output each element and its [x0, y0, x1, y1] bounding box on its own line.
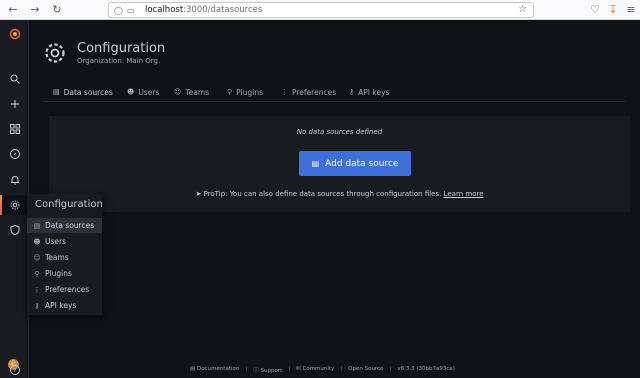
plus-icon[interactable] [0, 94, 29, 114]
page-header: Configuration Organization: Main Org. ▤ D… [29, 20, 640, 103]
search-icon[interactable] [0, 69, 29, 89]
dropdown-item-users[interactable]: ☻ Users [27, 234, 102, 249]
tab-label: Preferences [292, 87, 337, 97]
configuration-dropdown: Configuration ▤ Data sources ☻ Users ☺ Team… [27, 194, 103, 315]
url-host: localhost [145, 5, 184, 15]
key-icon: ⚷ [34, 301, 40, 310]
tab-plugins[interactable]: ⚲ Plugins [227, 83, 263, 101]
empty-list-cta: No data sources defined ▤ Add data sourc… [49, 116, 630, 212]
dropdown-item-label: Plugins [45, 269, 72, 278]
documentation-link[interactable]: ▤ Documentation [190, 366, 239, 374]
gear-icon [45, 43, 65, 63]
tab-label: Teams [185, 87, 210, 97]
tab-preferences[interactable]: ⋮ Preferences [281, 83, 336, 101]
open-source-link[interactable]: Open Source [348, 366, 383, 374]
bell-icon[interactable] [0, 170, 29, 190]
dropdown-item-label: Teams [45, 253, 69, 262]
page-content: No data sources defined ▤ Add data sourc… [29, 102, 640, 352]
back-icon[interactable]: ← [6, 3, 20, 17]
forward-icon[interactable]: → [28, 3, 42, 17]
plug-icon: ⚲ [34, 269, 40, 278]
tab-label: Users [138, 87, 160, 97]
tab-teams[interactable]: ☺ Teams [174, 83, 209, 101]
shield-icon[interactable]: ◯ [114, 4, 123, 17]
dropdown-item-plugins[interactable]: ⚲ Plugins [27, 266, 102, 281]
tab-label: Plugins [236, 87, 264, 97]
tab-data-sources[interactable]: ▤ Data sources [49, 83, 117, 103]
dropdown-item-teams[interactable]: ☺ Teams [27, 250, 102, 265]
community-label: Community [302, 366, 335, 372]
learn-more-link[interactable]: Learn more [444, 190, 484, 198]
footer: ▤ Documentation | ⓘ Support | ✉ Communit… [190, 366, 455, 374]
tab-label: API keys [358, 87, 390, 97]
bookmark-star-icon[interactable]: ☆ [518, 3, 527, 17]
page-title: Configuration [77, 41, 166, 56]
dropdown-title: Configuration [35, 199, 103, 210]
browser-toolbar: ← → ↻ ◯ ▭ localhost:3000/datasources ☆ ♡… [0, 0, 640, 20]
page-icon[interactable]: ▭ [127, 4, 135, 17]
page-subtitle: Organization: Main Org. [77, 57, 161, 65]
users-icon: ☺ [174, 88, 182, 96]
support-link[interactable]: ⓘ Support [253, 366, 282, 374]
grafana-logo-icon[interactable] [0, 24, 29, 44]
plug-icon: ⚲ [227, 88, 233, 96]
add-data-source-label: Add data source [325, 158, 399, 169]
dropdown-item-label: Users [45, 237, 67, 246]
dropdown-header[interactable]: Configuration [27, 194, 103, 216]
dropdown-item-label: Data sources [45, 221, 95, 230]
document-icon: ▤ [190, 366, 196, 372]
version-link[interactable]: v8.3.3 (30bb7a93ca) [397, 366, 455, 374]
database-icon: ▤ [53, 88, 60, 96]
question-icon: ⓘ [253, 368, 259, 374]
dropdown-item-label: API keys [45, 301, 77, 310]
reload-icon[interactable]: ↻ [50, 3, 64, 17]
url-path: :3000/datasources [183, 5, 263, 15]
tab-users[interactable]: ☻ Users [127, 83, 159, 101]
comment-icon: ✉ [296, 366, 301, 372]
user-icon: ☻ [127, 88, 135, 96]
active-indicator [0, 195, 2, 215]
sliders-icon: ⋮ [281, 88, 288, 96]
empty-message: No data sources defined [296, 128, 383, 136]
support-label: Support [260, 368, 283, 374]
help-icon[interactable]: ? [0, 360, 29, 378]
menu-icon[interactable]: ≡ [624, 3, 638, 17]
dropdown-item-label: Preferences [45, 285, 90, 294]
tab-api-keys[interactable]: ⚷ API keys [349, 83, 389, 101]
community-link[interactable]: ✉ Community [296, 366, 334, 374]
separator: | [389, 366, 392, 372]
protip-text: ProTip: You can also define data sources… [203, 190, 442, 198]
gear-icon[interactable] [0, 195, 29, 215]
tab-label: Data sources [63, 87, 113, 97]
separator: | [245, 366, 248, 372]
dropdown-item-api-keys[interactable]: ⚷ API keys [27, 298, 102, 313]
download-icon[interactable]: ↧ [606, 3, 620, 17]
separator: | [340, 366, 343, 372]
sliders-icon: ⋮ [33, 285, 41, 294]
side-menu: ? [0, 20, 29, 378]
svg-text:?: ? [13, 368, 16, 374]
shield-icon[interactable] [0, 220, 29, 240]
documentation-label: Documentation [196, 366, 240, 372]
database-icon: ▤ [311, 159, 320, 168]
add-data-source-button[interactable]: ▤ Add data source [299, 151, 411, 176]
rocket-icon: ➤ [195, 190, 202, 198]
address-bar[interactable]: ◯ ▭ localhost:3000/datasources ☆ [108, 2, 534, 18]
key-icon: ⚷ [349, 88, 355, 96]
user-icon: ☻ [33, 237, 41, 246]
users-icon: ☺ [33, 253, 41, 262]
dropdown-item-data-sources[interactable]: ▤ Data sources [27, 218, 102, 233]
database-icon: ▤ [33, 221, 41, 230]
pocket-icon[interactable]: ♡ [588, 3, 602, 17]
url-text[interactable]: localhost:3000/datasources [145, 4, 262, 17]
dropdown-item-preferences[interactable]: ⋮ Preferences [27, 282, 102, 297]
dashboards-icon[interactable] [0, 119, 29, 139]
separator: | [288, 366, 291, 372]
compass-icon[interactable] [0, 144, 29, 164]
protip: ➤ ProTip: You can also define data sourc… [49, 190, 630, 198]
